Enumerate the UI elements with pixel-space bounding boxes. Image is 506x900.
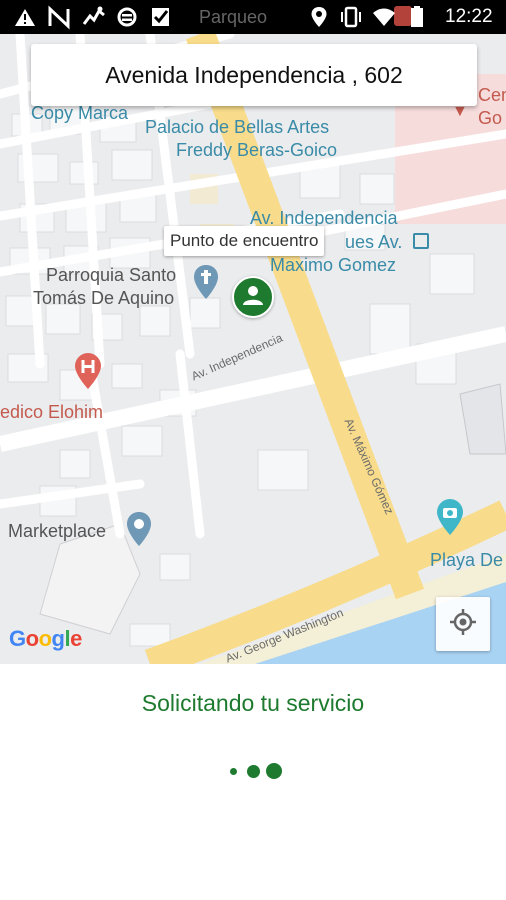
google-logo-letter: o xyxy=(38,626,52,651)
poi-label-bellas-artes-line1: Palacio de Bellas Artes xyxy=(145,117,330,137)
carrier-label: Parqueo xyxy=(199,7,268,27)
activity-icon xyxy=(82,0,106,34)
my-location-icon xyxy=(449,608,477,641)
poi-label-parroquia-line2: Tomás De Aquino xyxy=(33,288,175,308)
poi-label-cen-line1: Cen xyxy=(478,85,506,105)
poi-label-medico: edico Elohim xyxy=(0,402,104,422)
warning-icon xyxy=(14,0,36,34)
network-n-icon xyxy=(48,0,70,34)
poi-label-parque-line3: Maximo Gomez xyxy=(270,255,397,275)
hospital-pin-icon xyxy=(74,352,102,395)
battery-icon xyxy=(409,0,425,34)
poi-label-parque-line2: ues Av. xyxy=(345,232,403,252)
address-text: Avenida Independencia , 602 xyxy=(105,61,403,88)
meeting-point-marker[interactable] xyxy=(232,276,274,318)
check-square-icon xyxy=(150,0,172,34)
poi-label-marketplace: Marketplace xyxy=(8,521,107,541)
camera-pin-icon xyxy=(436,498,464,541)
park-icon xyxy=(413,233,429,249)
google-logo-letter: o xyxy=(25,626,39,651)
google-attribution: Google xyxy=(9,626,82,652)
loading-dot-3 xyxy=(266,763,282,779)
poi-label-parroquia-line1: Parroquia Santo xyxy=(46,265,177,285)
poi-label-bellas-artes-line2: Freddy Beras-Goico xyxy=(176,140,338,160)
request-status-text: Solicitando tu servicio xyxy=(141,690,365,716)
church-pin-icon xyxy=(193,264,219,305)
my-location-button[interactable] xyxy=(436,597,490,651)
vibrate-icon xyxy=(339,0,363,34)
wifi-icon xyxy=(372,0,396,34)
google-logo-letter: e xyxy=(70,626,82,651)
clock: 12:22 xyxy=(445,6,493,27)
google-logo-letter: g xyxy=(51,626,65,651)
poi-label-playa: Playa De xyxy=(430,550,504,570)
meeting-point-callout[interactable]: Punto de encuentro xyxy=(164,226,325,256)
sync-icon xyxy=(116,0,138,34)
google-logo-letter: G xyxy=(9,626,26,651)
poi-label-cen-line2: Go xyxy=(478,108,503,128)
address-bar[interactable]: Avenida Independencia , 602 xyxy=(31,44,477,106)
shop-pin-icon xyxy=(126,511,152,552)
loading-dot-2 xyxy=(247,765,260,778)
status-bar: Parqueo 12:22 xyxy=(0,0,506,34)
location-pin-icon xyxy=(309,0,329,34)
loading-dot-1 xyxy=(230,768,237,775)
loading-indicator xyxy=(230,762,290,780)
person-icon xyxy=(241,283,265,312)
